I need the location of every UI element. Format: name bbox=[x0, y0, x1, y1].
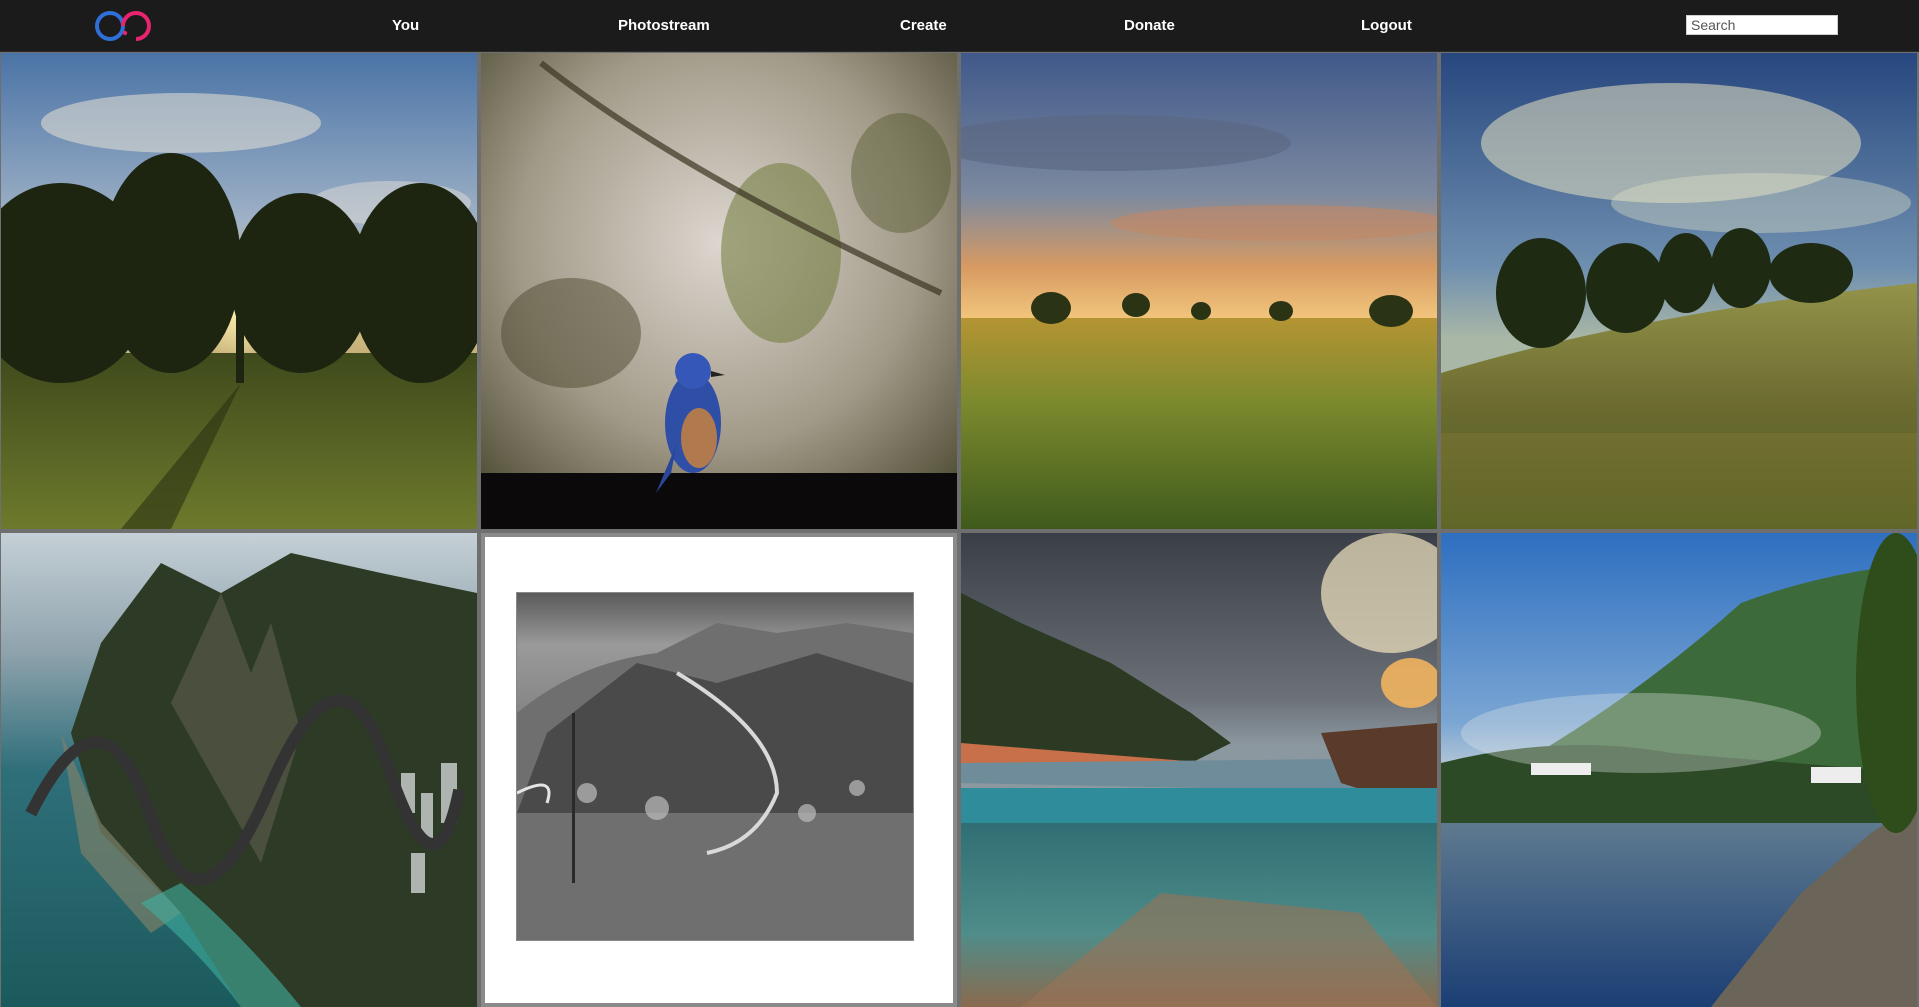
nav-you[interactable]: You bbox=[392, 0, 419, 51]
top-nav-bar: You Photostream Create Donate Logout bbox=[0, 0, 1919, 52]
signature-watermark bbox=[25, 694, 466, 886]
nav-donate[interactable]: Donate bbox=[1124, 0, 1175, 51]
photo-tile-aerial-coast[interactable] bbox=[1, 533, 477, 1007]
photo-grid bbox=[0, 52, 1919, 1007]
photo-tile-golden-field[interactable] bbox=[961, 53, 1437, 529]
infinity-logo-icon[interactable] bbox=[90, 8, 156, 44]
sunset-trees-image bbox=[1, 53, 477, 529]
nav-logout[interactable]: Logout bbox=[1361, 0, 1412, 51]
tidal-pool-image bbox=[961, 533, 1437, 1007]
nav-create[interactable]: Create bbox=[900, 0, 947, 51]
nav-photostream[interactable]: Photostream bbox=[618, 0, 710, 51]
photo-tile-trees-hill[interactable] bbox=[1441, 53, 1917, 529]
photo-tile-tidal-pool[interactable] bbox=[961, 533, 1437, 1007]
photo-tile-bluebird[interactable] bbox=[481, 53, 957, 529]
trees-hill-image bbox=[1441, 53, 1917, 529]
photo-tile-sunset-trees[interactable] bbox=[1, 53, 477, 529]
search-input[interactable] bbox=[1686, 15, 1838, 35]
golden-field-image bbox=[961, 53, 1437, 529]
bluebird-image bbox=[481, 53, 957, 529]
photo-tile-lake-hill[interactable] bbox=[1441, 533, 1917, 1007]
bw-mountain-image bbox=[517, 593, 913, 940]
lake-hill-image bbox=[1441, 533, 1917, 1007]
photo-tile-bw-mountain[interactable] bbox=[481, 533, 957, 1007]
